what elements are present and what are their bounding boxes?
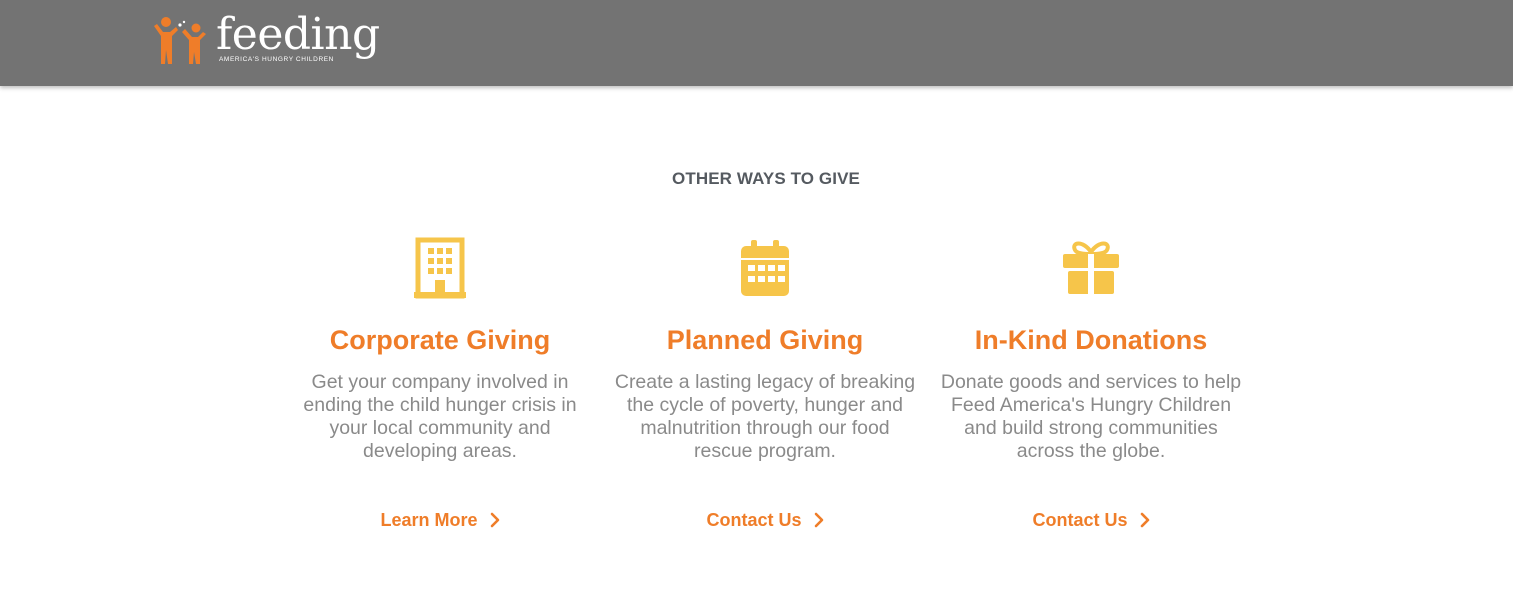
two-children-figures-icon [154, 17, 206, 64]
link-label: Contact Us [1032, 510, 1128, 530]
contact-us-link[interactable]: Contact Us [936, 510, 1246, 531]
link-label: Learn More [380, 510, 478, 530]
card-title: Planned Giving [666, 325, 864, 355]
logo-tagline: AMERICA'S HUNGRY CHILDREN [219, 56, 334, 63]
contact-us-link[interactable]: Contact Us [610, 510, 920, 531]
card-description: Create a lasting legacy of breaking the … [614, 371, 916, 462]
calendar-icon [741, 240, 789, 296]
site-header: feeding AMERICA'S HUNGRY CHILDREN [0, 0, 1513, 86]
site-logo[interactable]: feeding AMERICA'S HUNGRY CHILDREN [152, 10, 380, 70]
card-planned-giving: Planned Giving Create a lasting legacy o… [610, 236, 920, 530]
logo-wordmark: feeding [216, 9, 380, 60]
chevron-right-icon [1140, 512, 1149, 528]
card-in-kind-donations: In-Kind Donations Donate goods and servi… [936, 236, 1246, 530]
card-description: Get your company involved in ending the … [303, 371, 577, 462]
link-label: Contact Us [706, 510, 802, 530]
card-title: In-Kind Donations [974, 325, 1208, 355]
section-title: OTHER WAYS TO GIVE [672, 169, 860, 188]
chevron-right-icon [490, 512, 499, 528]
chevron-right-icon [814, 512, 823, 528]
learn-more-link[interactable]: Learn More [285, 510, 595, 531]
card-description: Donate goods and services to help Feed A… [940, 371, 1242, 462]
card-corporate-giving: Corporate Giving Get your company involv… [285, 236, 595, 530]
building-icon [414, 237, 466, 299]
card-title: Corporate Giving [329, 325, 551, 355]
gift-icon [1063, 241, 1119, 294]
